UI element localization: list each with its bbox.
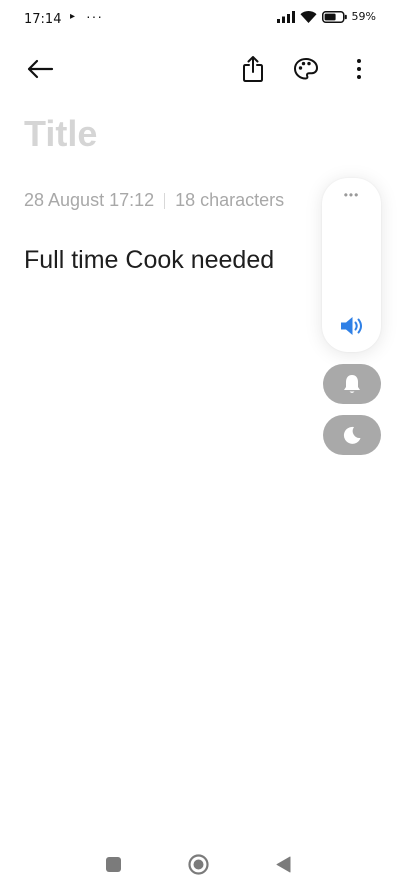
volume-icon[interactable] [339,315,365,337]
back-triangle-icon [276,856,290,872]
theme-button[interactable] [288,51,324,87]
signal-icon [276,10,295,23]
wifi-icon [300,10,317,23]
palette-icon [294,58,318,80]
back-button[interactable] [22,51,58,87]
ring-mode-button[interactable] [323,364,381,404]
notes-screen: 17:14 ▸ ··· 59% Title 28 August 17:12 18… [0,0,400,888]
status-bar: 17:14 ▸ ··· 59% [0,0,400,40]
note-title-field[interactable]: Title [24,113,97,155]
home-button[interactable] [185,851,211,877]
note-char-count: 18 characters [175,190,285,210]
note-date: 28 August 17:12 [24,190,155,210]
more-notifications-icon: ··· [86,8,103,24]
battery-icon [321,10,347,23]
system-back-button[interactable] [271,852,295,876]
moon-icon [343,426,361,444]
arrow-left-icon [27,59,54,79]
do-not-disturb-button[interactable] [323,415,381,455]
status-time: 17:14 [24,12,62,27]
recents-button[interactable] [100,852,126,876]
note-body-field[interactable]: Full time Cook needed [24,246,274,275]
note-meta: 28 August 17:12 18 characters [24,190,324,211]
bell-icon [344,375,360,393]
media-play-icon: ▸ [70,11,76,22]
share-icon [243,56,263,82]
home-circle-icon [187,853,209,875]
meta-divider [164,192,166,209]
more-options-button[interactable] [341,51,377,87]
recents-square-icon [105,856,121,872]
battery-percent: 59% [351,10,376,23]
status-right-group: 59% [276,10,376,23]
volume-more-icon[interactable]: ••• [322,188,381,202]
share-button[interactable] [235,51,271,87]
more-vertical-icon [357,59,361,79]
volume-panel[interactable]: ••• [322,178,381,352]
